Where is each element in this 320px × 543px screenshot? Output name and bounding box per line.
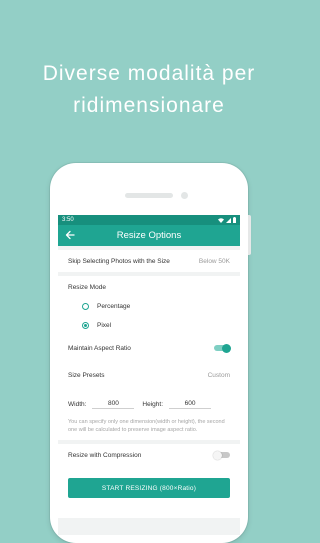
resize-mode-label: Resize Mode	[68, 284, 106, 291]
wifi-icon	[218, 217, 224, 223]
dimensions-row: Width: 800 Height: 600	[68, 393, 230, 415]
skip-setting-card: Skip Selecting Photos with the Size Belo…	[58, 250, 240, 272]
compression-row[interactable]: Resize with Compression	[68, 444, 230, 466]
start-resizing-button[interactable]: START RESIZING (800×Ratio)	[68, 478, 230, 498]
phone-screen: 3:50 Resize Options Skip Selecting Photo…	[58, 215, 240, 535]
compression-label: Resize with Compression	[68, 451, 142, 459]
page-title: Resize Options	[116, 230, 182, 241]
compression-card: Resize with Compression START RESIZING (…	[58, 444, 240, 518]
app-bar: Resize Options	[58, 225, 240, 246]
battery-icon	[233, 217, 236, 223]
status-time: 3:50	[62, 217, 74, 223]
phone-speaker	[125, 193, 173, 198]
width-label: Width:	[68, 400, 87, 408]
radio-pixel-indicator[interactable]	[82, 322, 89, 329]
promo-line-1: Diverse modalità per	[42, 62, 256, 85]
resize-options-card: Resize Mode Percentage Pixel Maintain As…	[58, 276, 240, 440]
radio-percentage-indicator[interactable]	[82, 303, 89, 310]
status-bar: 3:50	[58, 215, 240, 225]
phone-camera	[181, 192, 188, 199]
arrow-left-icon[interactable]	[64, 229, 76, 241]
promo-line-2: ridimensionare	[73, 94, 225, 117]
height-label: Height:	[142, 400, 164, 408]
aspect-ratio-toggle[interactable]	[214, 343, 231, 353]
aspect-ratio-row[interactable]: Maintain Aspect Ratio	[68, 335, 231, 361]
phone-side-button	[248, 215, 251, 255]
size-presets-value: Custom	[207, 371, 230, 379]
radio-percentage-label: Percentage	[97, 303, 131, 310]
aspect-ratio-label: Maintain Aspect Ratio	[68, 344, 131, 352]
promo-caption: Diverse modalità per ridimensionare	[0, 58, 298, 122]
size-presets-row[interactable]: Size Presets Custom	[68, 361, 230, 389]
skip-setting-row[interactable]: Skip Selecting Photos with the Size Belo…	[68, 250, 230, 272]
resize-mode-header: Resize Mode	[68, 278, 230, 297]
compression-toggle[interactable]	[213, 450, 230, 460]
radio-pixel[interactable]: Pixel	[68, 316, 230, 335]
phone-frame: 3:50 Resize Options Skip Selecting Photo…	[50, 163, 251, 543]
toggle-knob	[222, 343, 231, 353]
radio-percentage[interactable]: Percentage	[68, 297, 230, 316]
dimensions-note: You can specify only one dimension(width…	[68, 419, 225, 433]
radio-pixel-label: Pixel	[97, 322, 112, 329]
signal-icon	[226, 217, 231, 223]
toggle-knob	[213, 450, 222, 460]
height-input[interactable]: 600	[169, 400, 212, 409]
skip-setting-label: Skip Selecting Photos with the Size	[68, 257, 170, 265]
width-input[interactable]: 800	[92, 400, 135, 409]
status-icons	[218, 217, 236, 223]
skip-setting-value: Below 50K	[198, 257, 230, 265]
size-presets-label: Size Presets	[68, 371, 105, 379]
